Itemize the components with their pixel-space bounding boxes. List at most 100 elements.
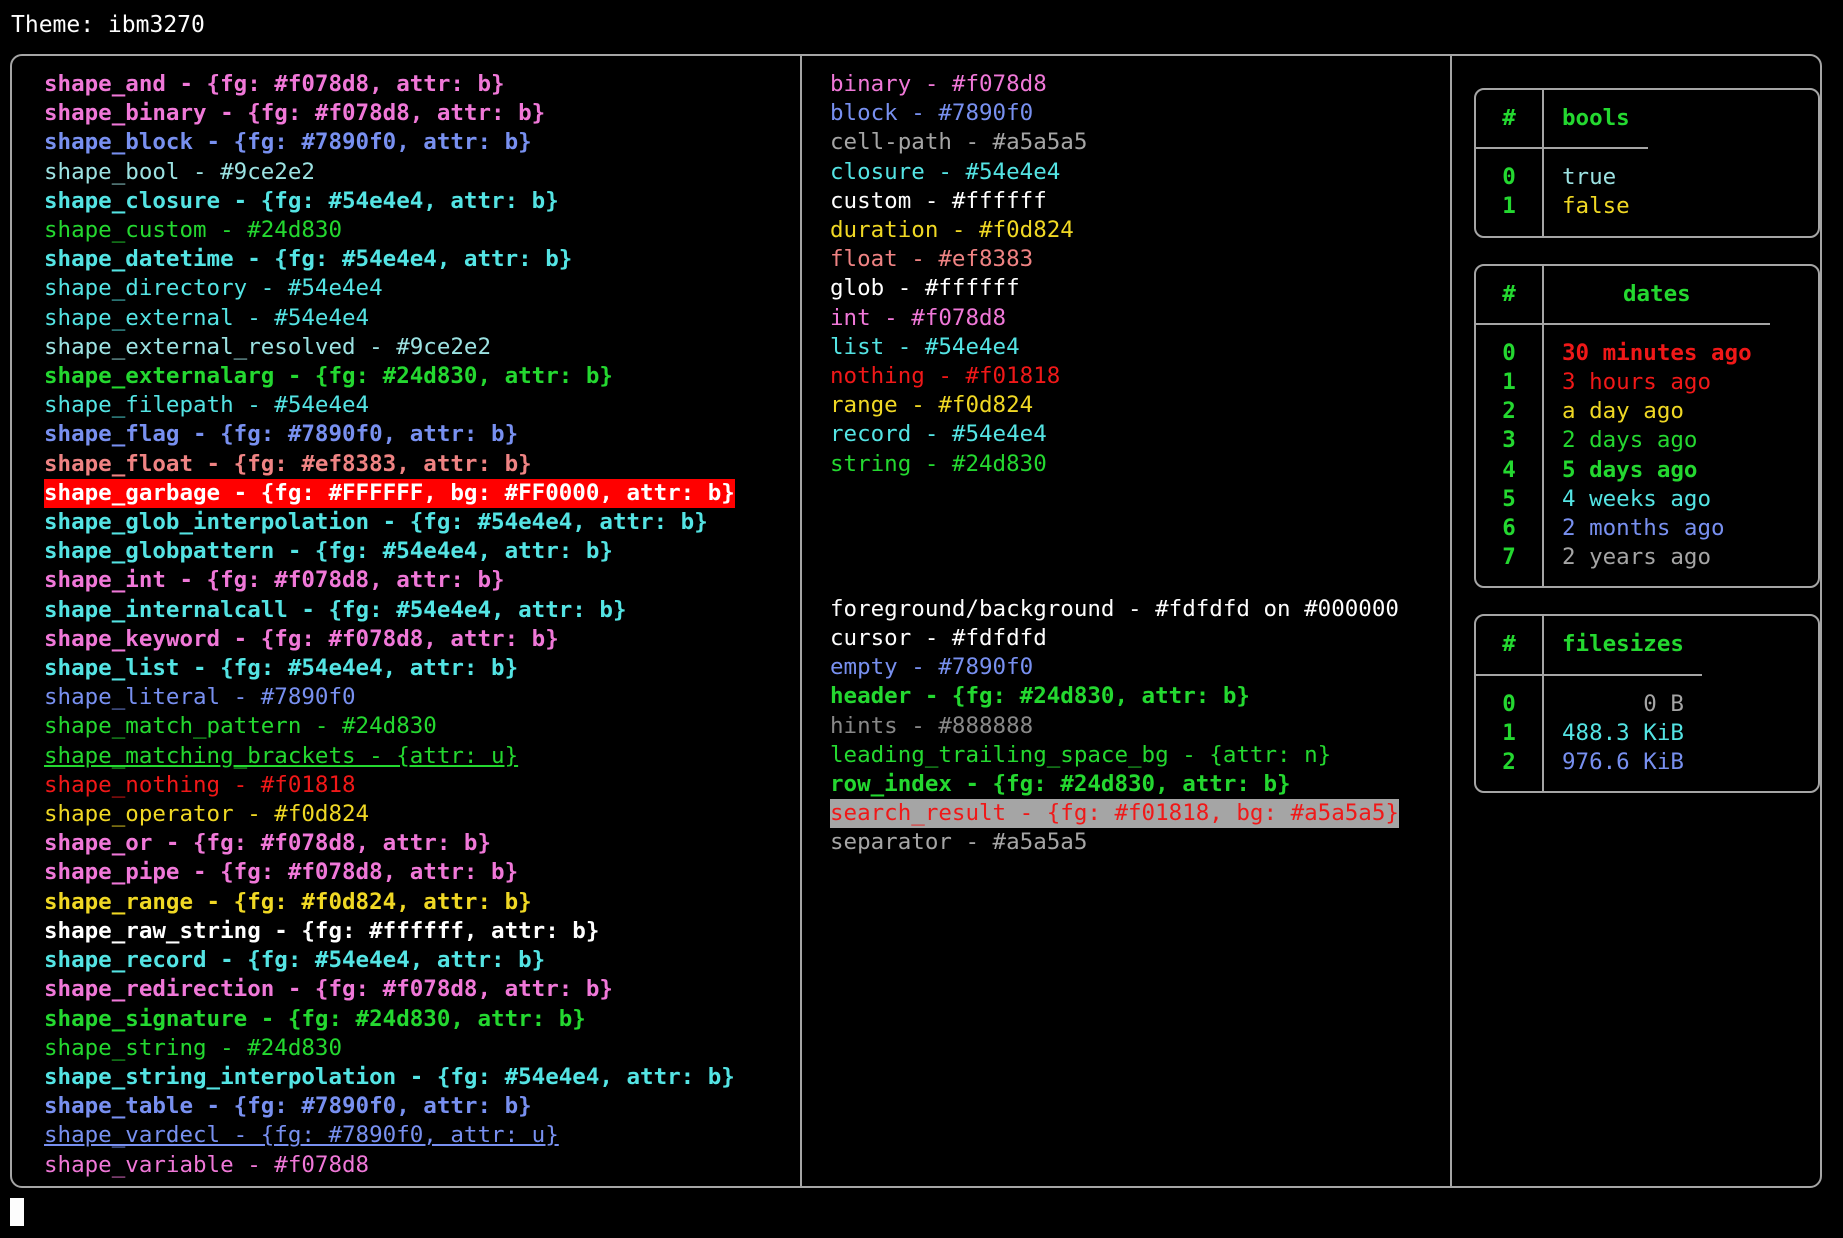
column-header-bools: bools xyxy=(1543,90,1648,150)
row-index: 1 xyxy=(1476,368,1544,398)
table-row: 6 2 months ago xyxy=(1476,514,1770,544)
shape-entry: shape_keyword - {fg: #f078d8, attr: b} xyxy=(44,625,559,652)
row-value: 0 B xyxy=(1643,690,1684,717)
row-index: 7 xyxy=(1476,543,1544,587)
column-header-index: # xyxy=(1476,616,1544,676)
shape-entry: shape_float - {fg: #ef8383, attr: b} xyxy=(44,450,532,477)
table-header-row: # dates xyxy=(1476,265,1770,325)
ui-element-entry: search_result - {fg: #f01818, bg: #a5a5a… xyxy=(830,799,1399,829)
shape-entry: shape_string_interpolation - {fg: #54e4e… xyxy=(44,1063,735,1090)
shape-entry: shape_external - #54e4e4 xyxy=(44,304,370,331)
primitive-entry: int - #f078d8 xyxy=(830,304,1007,331)
shape-entry: shape_pipe - {fg: #f078d8, attr: b} xyxy=(44,859,519,886)
ui-element-entry: header - {fg: #24d830, attr: b} xyxy=(830,683,1250,710)
table-row: 4 5 days ago xyxy=(1476,455,1770,485)
shape-entry: shape_block - {fg: #7890f0, attr: b} xyxy=(44,129,532,156)
table-row: 5 4 weeks ago xyxy=(1476,484,1770,515)
shape-entry: shape_binary - {fg: #f078d8, attr: b} xyxy=(44,100,546,127)
row-value: 2 days ago xyxy=(1562,427,1698,454)
shapes-pane: shape_and - {fg: #f078d8, attr: b} shape_… xyxy=(12,56,802,1186)
primitive-entry: duration - #f0d824 xyxy=(830,217,1074,244)
table-row: 2 a day ago xyxy=(1476,397,1770,427)
shape-entry: shape_custom - #24d830 xyxy=(44,217,343,244)
table-dates: # dates 0 30 minutes ago 1 3 hours ago 2 a day … xyxy=(1474,263,1820,589)
column-header-index: # xyxy=(1476,90,1544,150)
shape-entry: shape_redirection - {fg: #f078d8, attr: … xyxy=(44,976,613,1003)
primitive-entry: custom - #ffffff xyxy=(830,187,1047,214)
row-value: false xyxy=(1562,193,1630,220)
table-row: 1 3 hours ago xyxy=(1476,368,1770,398)
table-row: 0 30 minutes ago xyxy=(1476,323,1770,369)
row-index: 3 xyxy=(1476,426,1544,456)
shape-entry: shape_operator - #f0d824 xyxy=(44,801,370,828)
shape-entry: shape_range - {fg: #f0d824, attr: b} xyxy=(44,888,532,915)
table-header-row: # bools xyxy=(1476,90,1648,150)
shape-entry: shape_vardecl - {fg: #7890f0, attr: u} xyxy=(44,1122,559,1149)
row-value: 4 weeks ago xyxy=(1562,485,1712,512)
row-value: 5 days ago xyxy=(1562,456,1698,483)
row-value: a day ago xyxy=(1562,398,1684,425)
shape-entry: shape_internalcall - {fg: #54e4e4, attr:… xyxy=(44,596,627,623)
table-filesizes: # filesizes 0 0 B 1 488.3 KiB 2 976.6 KiB xyxy=(1474,614,1820,794)
primitives-line-list: binary - #f078d8 block - #7890f0 cell-path… xyxy=(802,70,1450,479)
primitive-entry: binary - #f078d8 xyxy=(830,71,1047,97)
primitives-pane: binary - #f078d8 block - #7890f0 cell-path… xyxy=(802,56,1452,1186)
shape-entry: shape_or - {fg: #f078d8, attr: b} xyxy=(44,830,492,857)
row-index: 2 xyxy=(1476,397,1544,427)
shape-entry: shape_externalarg - {fg: #24d830, attr: … xyxy=(44,363,613,390)
table-bools: # bools 0 true 1 false xyxy=(1474,88,1820,238)
primitive-entry: cell-path - #a5a5a5 xyxy=(830,129,1088,156)
shape-entry: shape_and - {fg: #f078d8, attr: b} xyxy=(44,71,505,97)
shape-entry: shape_filepath - #54e4e4 xyxy=(44,392,370,419)
shape-entry: shape_garbage - {fg: #FFFFFF, bg: #FF000… xyxy=(44,478,735,509)
row-value: 2 months ago xyxy=(1562,515,1725,542)
table-row: 0 true xyxy=(1476,148,1648,193)
shape-entry: shape_nothing - #f01818 xyxy=(44,771,356,798)
row-index: 0 xyxy=(1476,148,1544,193)
shapes-line-list: shape_and - {fg: #f078d8, attr: b} shape_… xyxy=(12,70,800,1180)
table-header-row: # filesizes xyxy=(1476,616,1702,676)
row-index: 5 xyxy=(1476,484,1544,515)
shape-entry: shape_int - {fg: #f078d8, attr: b} xyxy=(44,567,505,594)
shape-entry: shape_matching_brackets - {attr: u} xyxy=(44,742,519,769)
shape-entry: shape_external_resolved - #9ce2e2 xyxy=(44,333,492,360)
ui-element-entry: cursor - #fdfdfd xyxy=(830,625,1047,652)
row-index: 4 xyxy=(1476,455,1544,485)
tables-pane: # bools 0 true 1 false # dates 0 30 minutes ago 1 3… xyxy=(1452,56,1820,1186)
shape-entry: shape_variable - #f078d8 xyxy=(44,1151,370,1178)
column-header-index: # xyxy=(1476,265,1544,325)
shape-entry: shape_signature - {fg: #24d830, attr: b} xyxy=(44,1005,586,1032)
row-value: 3 hours ago xyxy=(1562,369,1712,396)
ui-elements-line-list: foreground/background - #fdfdfd on #0000… xyxy=(802,595,1450,858)
primitive-entry: closure - #54e4e4 xyxy=(830,158,1061,185)
primitive-entry: glob - #ffffff xyxy=(830,275,1020,302)
ui-element-entry: separator - #a5a5a5 xyxy=(830,829,1088,856)
ui-element-entry: empty - #7890f0 xyxy=(830,654,1034,681)
theme-label: Theme: ibm3270 xyxy=(11,12,205,38)
row-index: 2 xyxy=(1476,748,1544,792)
column-header-filesizes: filesizes xyxy=(1543,616,1702,676)
preview-tables: # bools 0 true 1 false # dates 0 30 minutes ago 1 3… xyxy=(1452,70,1820,794)
primitive-entry: float - #ef8383 xyxy=(830,246,1034,273)
row-value: true xyxy=(1562,164,1617,191)
terminal-screen: Theme: ibm3270 shape_and - {fg: #f078d8,… xyxy=(0,0,1843,1238)
primitive-entry: string - #24d830 xyxy=(830,450,1047,477)
primitive-entry: record - #54e4e4 xyxy=(830,421,1047,448)
pane-spacer xyxy=(802,479,1450,595)
row-value: 2 years ago xyxy=(1562,544,1712,571)
row-index: 0 xyxy=(1476,674,1544,719)
shape-entry: shape_match_pattern - #24d830 xyxy=(44,713,437,740)
terminal-cursor xyxy=(10,1198,24,1226)
shape-entry: shape_record - {fg: #54e4e4, attr: b} xyxy=(44,947,546,974)
table-row: 0 0 B xyxy=(1476,674,1702,719)
primitive-entry: block - #7890f0 xyxy=(830,100,1034,127)
primitive-entry: range - #f0d824 xyxy=(830,392,1034,419)
ui-element-entry: row_index - {fg: #24d830, attr: b} xyxy=(830,771,1291,798)
row-index: 0 xyxy=(1476,323,1544,369)
shape-entry: shape_table - {fg: #7890f0, attr: b} xyxy=(44,1093,532,1120)
shape-entry: shape_directory - #54e4e4 xyxy=(44,275,383,302)
shape-entry: shape_string - #24d830 xyxy=(44,1034,343,1061)
table-row: 7 2 years ago xyxy=(1476,543,1770,587)
shape-entry: shape_datetime - {fg: #54e4e4, attr: b} xyxy=(44,246,573,273)
ui-element-entry: hints - #888888 xyxy=(830,712,1034,739)
